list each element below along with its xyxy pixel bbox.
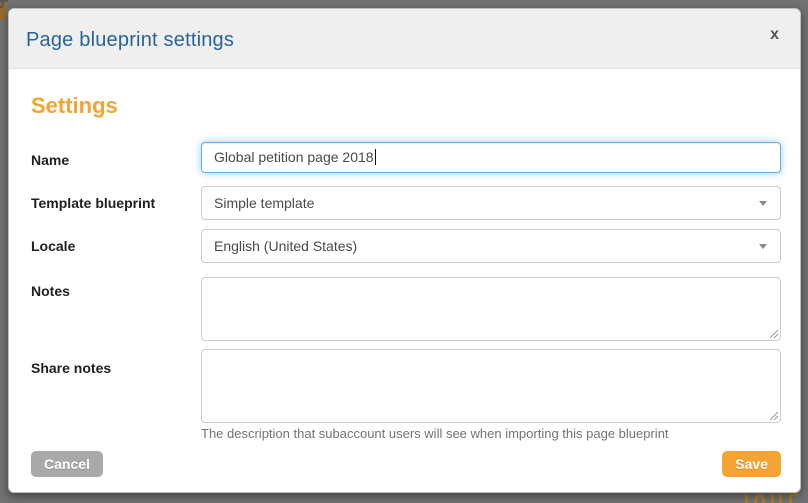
modal-title: Page blueprint settings xyxy=(26,29,234,52)
background-page-fragment xyxy=(744,493,806,503)
cancel-button[interactable]: Cancel xyxy=(31,451,103,477)
text-caret xyxy=(375,149,376,165)
resize-grip-icon[interactable] xyxy=(768,328,779,339)
notes-textarea[interactable] xyxy=(201,277,781,341)
share-notes-textarea[interactable] xyxy=(201,349,781,423)
name-input[interactable]: Global petition page 2018 xyxy=(201,142,781,173)
template-blueprint-select[interactable]: Simple template xyxy=(201,186,781,220)
resize-grip-icon[interactable] xyxy=(768,410,779,421)
notes-label: Notes xyxy=(31,283,70,299)
modal-header: Page blueprint settings x xyxy=(9,9,800,69)
locale-selected-value: English (United States) xyxy=(214,238,357,254)
save-button[interactable]: Save xyxy=(722,451,781,477)
share-notes-label: Share notes xyxy=(31,360,111,376)
chevron-down-icon xyxy=(759,201,767,206)
name-input-value: Global petition page 2018 xyxy=(214,149,374,165)
share-notes-field-wrapper xyxy=(201,349,781,423)
close-icon[interactable]: x xyxy=(770,27,779,43)
template-blueprint-selected-value: Simple template xyxy=(214,195,314,211)
notes-field-wrapper xyxy=(201,277,781,341)
name-label: Name xyxy=(31,152,69,168)
locale-select[interactable]: English (United States) xyxy=(201,229,781,263)
settings-heading: Settings xyxy=(31,93,118,119)
template-blueprint-label: Template blueprint xyxy=(31,195,155,211)
share-notes-help-text: The description that subaccount users wi… xyxy=(201,426,669,441)
locale-label: Locale xyxy=(31,238,75,254)
page-blueprint-settings-modal: Page blueprint settings x Settings Name … xyxy=(8,8,801,493)
background-page-fragment xyxy=(0,0,8,2)
modal-overlay-backdrop: { "modal": { "title": "Page blueprint se… xyxy=(0,0,808,503)
chevron-down-icon xyxy=(759,244,767,249)
